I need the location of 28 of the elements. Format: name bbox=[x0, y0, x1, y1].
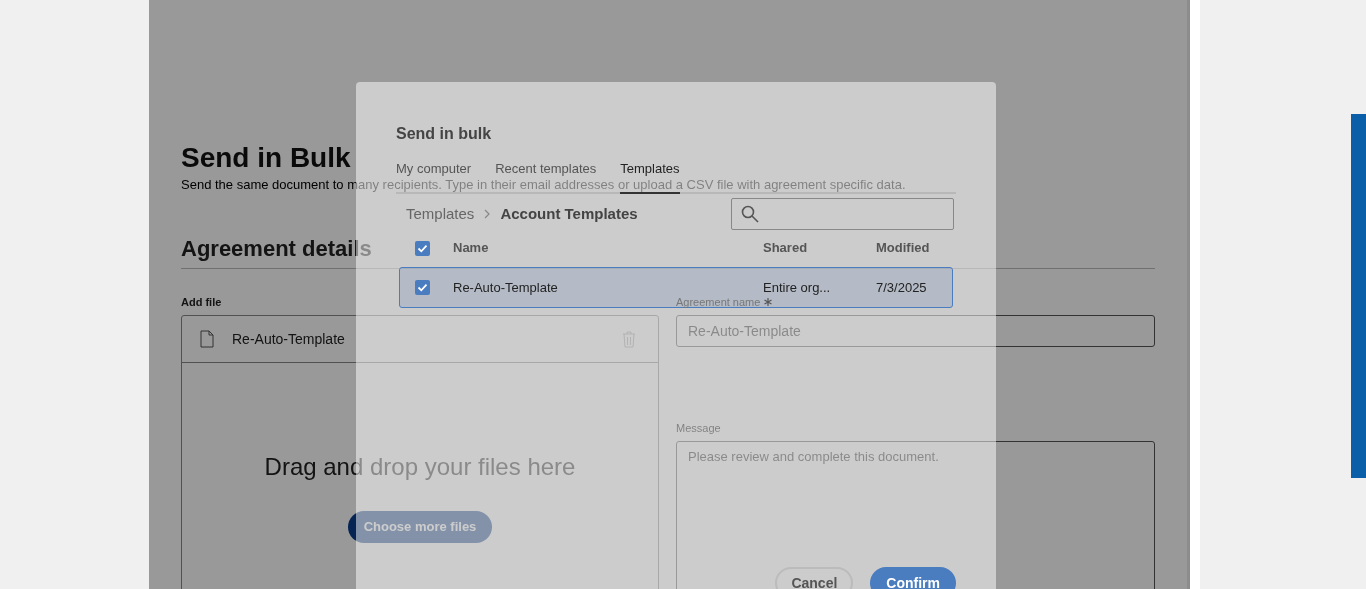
page-subtitle: Send the same document to many recipients. Type in their email addresses or upload a CSV file with agreement specific data. bbox=[181, 177, 906, 192]
table-cell-text: Re-Auto-Template bbox=[453, 278, 559, 297]
tab[interactable]: My computer bbox=[396, 161, 472, 176]
page-title: Send in Bulk bbox=[181, 142, 351, 174]
checkbox[interactable] bbox=[415, 280, 430, 295]
confirm-button[interactable]: Confirm bbox=[870, 567, 956, 589]
field-label: Agreement name bbox=[676, 295, 761, 309]
search-field[interactable] bbox=[731, 198, 954, 230]
breadcrumb-current: Account Templates bbox=[500, 203, 638, 224]
dialog-title: Send in bulk bbox=[396, 124, 493, 144]
search-icon bbox=[741, 205, 759, 223]
column-header: Shared bbox=[763, 239, 809, 258]
tab[interactable]: Recent templates bbox=[495, 161, 597, 176]
field-label: Message bbox=[676, 421, 721, 435]
scrollbar[interactable] bbox=[1187, 0, 1200, 589]
file-name: Re-Auto-Template bbox=[232, 329, 345, 349]
add-file-label: Add file bbox=[181, 295, 223, 309]
chevron-right-icon bbox=[484, 209, 491, 219]
column-header: Modified bbox=[876, 239, 930, 258]
table-cell-text: Entire org... bbox=[763, 278, 832, 297]
cancel-button[interactable]: Cancel bbox=[775, 567, 854, 589]
tab[interactable]: Templates bbox=[620, 161, 680, 176]
column-header: Name bbox=[453, 239, 490, 258]
document-icon bbox=[200, 330, 214, 348]
dropzone-text: Drag and drop your files here bbox=[264, 452, 576, 482]
tab-underline bbox=[620, 192, 680, 194]
breadcrumb-link[interactable]: Templates bbox=[406, 202, 475, 226]
table-cell-text: 7/3/2025 bbox=[876, 278, 927, 297]
